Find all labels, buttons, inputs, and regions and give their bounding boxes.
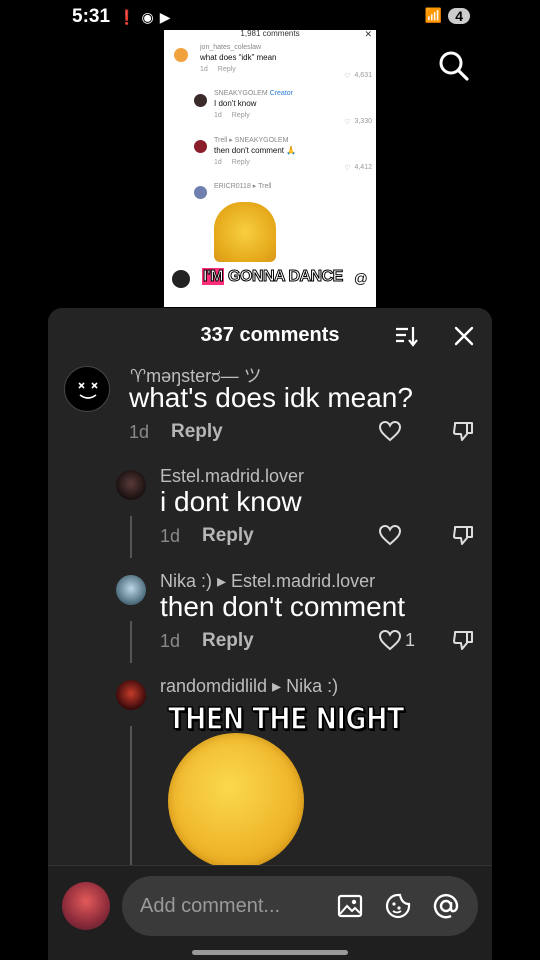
heart-icon[interactable]	[378, 524, 402, 546]
notification-badge: 4	[448, 7, 470, 24]
embedded-comment-count: 1,981 comments	[240, 30, 300, 38]
search-icon[interactable]	[436, 48, 472, 84]
embedded-comment-text: then don't comment 🙏	[214, 146, 297, 155]
embedded-comment: jon_hates_coleslaw what does “idk” mean …	[164, 44, 376, 88]
whatsapp-icon: ◉	[141, 8, 154, 25]
dislike-icon[interactable]	[452, 629, 474, 651]
comment-username[interactable]: randomdidlild ▸ Nika :)	[160, 676, 338, 697]
comment-time: 1d	[129, 422, 150, 442]
mention-icon[interactable]	[432, 892, 460, 920]
embedded-username: SNEAKYGOLEM Creator	[214, 90, 376, 97]
reply-button[interactable]: Reply	[202, 525, 254, 547]
comment-username[interactable]: Estel.madrid.lover	[160, 466, 304, 487]
embedded-username: ERICR0118 ▸ Trell	[214, 183, 272, 190]
wifi-icon: 📶	[424, 7, 443, 23]
status-right-icons: 📶 4	[425, 7, 470, 24]
comment-username[interactable]: Nika :) ▸ Estel.madrid.lover	[160, 571, 375, 592]
like-count: 1	[405, 630, 416, 650]
comment-input[interactable]	[140, 876, 320, 936]
image-icon[interactable]	[336, 892, 364, 920]
status-time: 5:31	[72, 6, 111, 27]
comment-avatar[interactable]	[116, 575, 146, 605]
comment-sticker-image	[168, 733, 304, 869]
embedded-username: Trell ▸ SNEAKYGOLEM	[214, 137, 289, 144]
embedded-username-text: SNEAKYGOLEM	[214, 90, 268, 97]
embedded-overlay-caption: I'M GONNA DANCE	[202, 268, 344, 286]
dislike-icon[interactable]	[452, 420, 474, 442]
comment-item: Estel.madrid.lover i dont know 1d Reply	[48, 466, 492, 566]
embedded-header: 1,981 comments ✕	[164, 30, 376, 42]
embedded-overlay-text: GONNA DANCE	[228, 268, 344, 286]
sort-icon[interactable]	[394, 324, 418, 348]
dislike-icon[interactable]	[452, 524, 474, 546]
comment-avatar[interactable]	[64, 366, 110, 412]
embedded-overlay-highlight: I'M	[202, 268, 224, 286]
video-caption-overlay: THEN THE NIGHT	[167, 701, 405, 738]
reply-button[interactable]: Reply	[202, 630, 254, 652]
embedded-like-count: 4,412	[354, 164, 372, 171]
thread-line	[130, 726, 132, 866]
embedded-bottom-avatar	[172, 270, 190, 288]
embedded-creator-tag: Creator	[269, 90, 293, 97]
embedded-heart-icon: ♡	[344, 73, 351, 80]
embedded-heart-icon: ♡	[344, 165, 351, 172]
embedded-like-count: 4,631	[354, 72, 372, 79]
comment-item: Nika :) ▸ Estel.madrid.lover then don't …	[48, 571, 492, 671]
thread-line	[130, 621, 132, 663]
badge-count: 4	[455, 7, 463, 24]
comment-text: i dont know	[160, 486, 302, 517]
comment-time: 1d	[160, 631, 181, 651]
heart-icon[interactable]	[378, 629, 402, 651]
embedded-likes: ♡ 4,631	[344, 72, 372, 80]
embedded-avatar	[194, 186, 207, 199]
comment-text: what's does idk mean?	[129, 382, 413, 413]
embedded-avatar	[194, 94, 207, 107]
comments-sheet: 337 comments ♈məŋsterರ— ツ what's does id…	[48, 308, 492, 960]
comment-input-bar	[48, 865, 492, 960]
embedded-username: jon_hates_coleslaw	[200, 44, 262, 51]
comment-text: then don't comment	[160, 591, 406, 622]
comment-time: 1d	[160, 526, 181, 546]
sticker-icon[interactable]	[384, 892, 412, 920]
comment-item: ♈məŋsterರ— ツ what's does idk mean? 1d Re…	[48, 362, 492, 462]
home-indicator[interactable]	[192, 950, 348, 955]
alert-icon: ❗	[118, 8, 136, 25]
embedded-at-icon: @	[353, 270, 368, 286]
embedded-likes: ♡ 3,330	[344, 118, 372, 126]
embedded-heart-icon: ♡	[344, 119, 351, 126]
embedded-avatar	[174, 48, 188, 62]
monster-face-icon	[78, 382, 98, 399]
embedded-close-icon: ✕	[364, 30, 372, 39]
embedded-time: 1d	[214, 159, 222, 166]
comment-avatar[interactable]	[116, 680, 146, 710]
embedded-reply: Reply	[231, 159, 250, 166]
youtube-icon: ▶	[159, 8, 171, 25]
reply-button[interactable]: Reply	[171, 421, 223, 443]
embedded-sticker-image	[214, 202, 276, 262]
comments-title: 337 comments	[200, 324, 340, 346]
embedded-comment-text: what does “idk” mean	[200, 53, 277, 62]
embedded-time: 1d	[214, 112, 222, 119]
embedded-comment: ERICR0118 ▸ Trell	[164, 182, 376, 202]
embedded-time: 1d	[200, 66, 208, 73]
embedded-comment-text: I don't know	[214, 99, 257, 108]
comment-avatar[interactable]	[116, 470, 146, 500]
embedded-likes: ♡ 4,412	[344, 164, 372, 172]
heart-icon[interactable]	[378, 420, 402, 442]
thread-line	[130, 516, 132, 558]
embedded-reply: Reply	[231, 112, 250, 119]
embedded-comment: SNEAKYGOLEM Creator I don't know 1d Repl…	[164, 90, 376, 134]
embedded-reply: Reply	[217, 66, 236, 73]
status-notification-icons: ❗ ◉ ▶	[118, 9, 170, 26]
my-avatar[interactable]	[62, 882, 110, 930]
video-embedded-screenshot: 1,981 comments ✕ jon_hates_coleslaw what…	[164, 30, 376, 307]
embedded-like-count: 3,330	[354, 118, 372, 125]
embedded-comment: Trell ▸ SNEAKYGOLEM then don't comment 🙏…	[164, 136, 376, 180]
comment-input-pill[interactable]	[122, 876, 478, 936]
close-icon[interactable]	[454, 326, 474, 346]
embedded-avatar	[194, 140, 207, 153]
